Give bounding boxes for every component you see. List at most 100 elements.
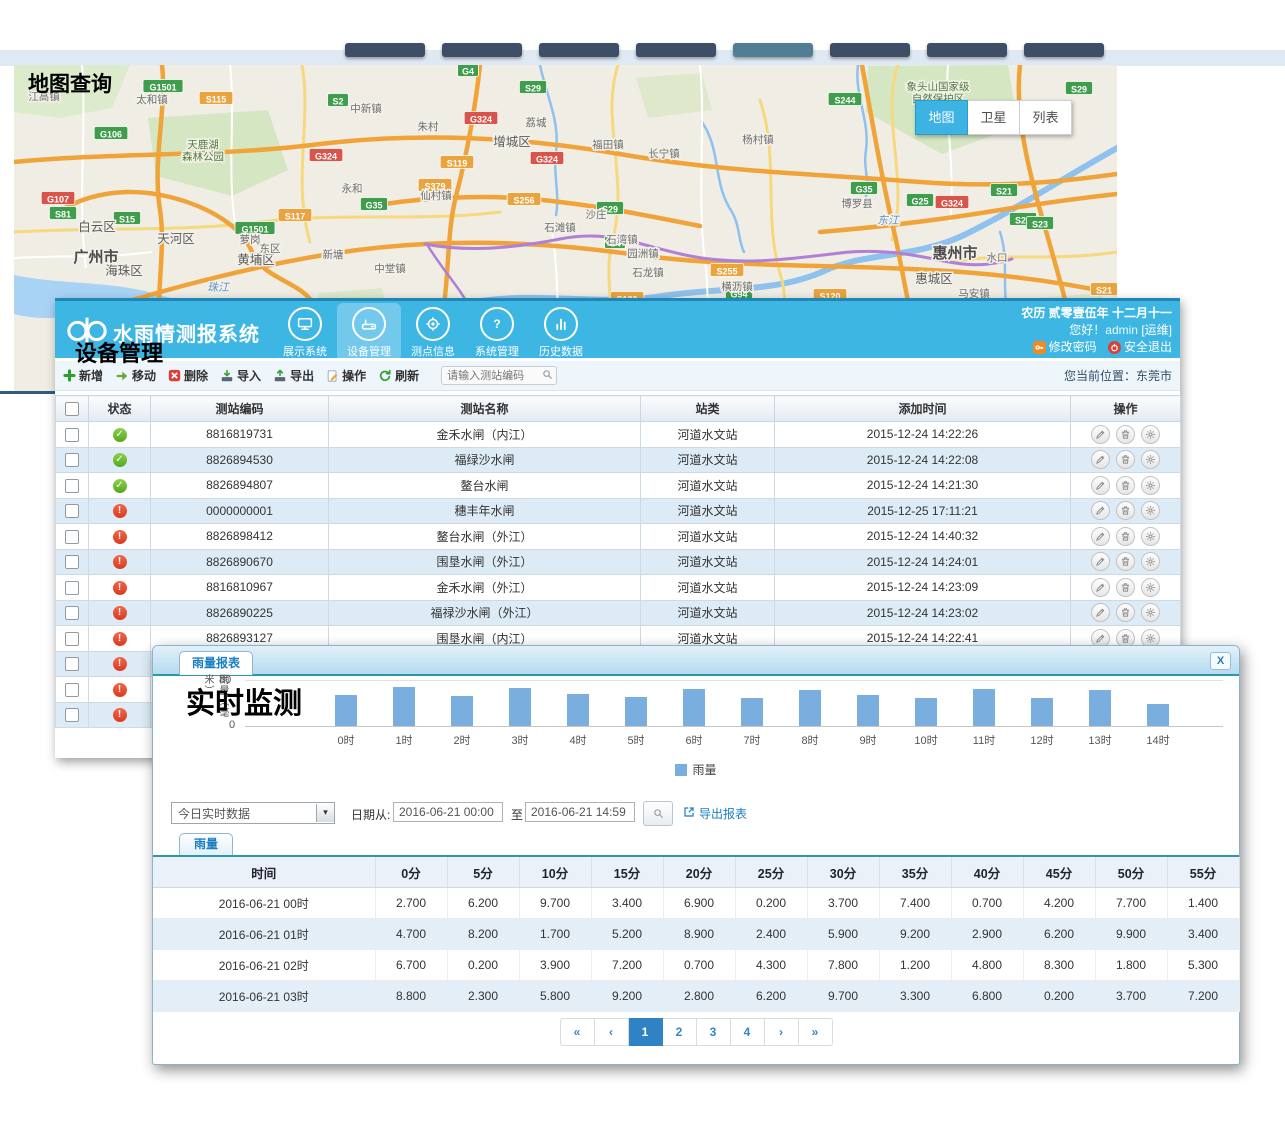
pagination-page-3[interactable]: 3 xyxy=(697,1018,731,1046)
trash-icon[interactable] xyxy=(1116,527,1135,546)
top-tab-4[interactable] xyxy=(636,43,716,57)
search-icon[interactable] xyxy=(542,369,553,383)
add-icon xyxy=(63,369,76,382)
row-checkbox[interactable] xyxy=(65,581,79,595)
tab-rain-report[interactable]: 雨量报表 xyxy=(179,651,253,675)
pagination-page-4[interactable]: 4 xyxy=(731,1018,765,1046)
column-header: 状态 xyxy=(89,396,151,422)
data-mode-select[interactable]: 今日实时数据 ▾ xyxy=(171,802,335,824)
value-cell: 1.400 xyxy=(1167,888,1239,919)
edit-icon[interactable] xyxy=(1091,578,1110,597)
row-checkbox[interactable] xyxy=(65,683,79,697)
date-from-input[interactable] xyxy=(393,802,503,822)
map-type-button-2[interactable]: 卫星 xyxy=(968,100,1020,135)
edit-icon[interactable] xyxy=(1091,501,1110,520)
row-checkbox[interactable] xyxy=(65,555,79,569)
search-button[interactable] xyxy=(643,801,673,826)
bar xyxy=(799,690,821,726)
pagination-last[interactable]: » xyxy=(799,1018,833,1046)
edit-icon[interactable] xyxy=(1091,425,1110,444)
export-icon xyxy=(683,806,695,821)
row-checkbox[interactable] xyxy=(65,453,79,467)
pagination-prev[interactable]: ‹ xyxy=(595,1018,629,1046)
select-all-checkbox[interactable] xyxy=(65,402,79,416)
map-label-park: 天鹿湖森林公园 xyxy=(182,138,224,163)
pagination-next[interactable]: › xyxy=(765,1018,799,1046)
column-header: 55分 xyxy=(1167,857,1239,888)
map-label-town: 中堂镇 xyxy=(374,262,406,275)
trash-icon[interactable] xyxy=(1116,450,1135,469)
greeting: 您好！admin [运维] xyxy=(1021,322,1172,339)
row-checkbox[interactable] xyxy=(65,606,79,620)
map-type-button-3[interactable]: 列表 xyxy=(1020,100,1072,135)
pagination-page-1[interactable]: 1 xyxy=(629,1018,663,1046)
toolbar-import-button[interactable]: 导入 xyxy=(220,367,261,384)
row-checkbox[interactable] xyxy=(65,530,79,544)
bar xyxy=(393,687,415,726)
logout-link[interactable]: 安全退出 xyxy=(1108,339,1172,356)
trash-icon[interactable] xyxy=(1116,425,1135,444)
table-cell: 鳌台水闸 xyxy=(329,473,641,499)
gear-icon[interactable] xyxy=(1141,527,1160,546)
bar xyxy=(509,688,531,726)
station-search-input[interactable] xyxy=(441,366,557,385)
top-tab-3[interactable] xyxy=(539,43,619,57)
toolbar-export-button[interactable]: 导出 xyxy=(273,367,314,384)
x-tick-label: 6时 xyxy=(685,732,702,748)
toolbar-delete-button[interactable]: 删除 xyxy=(168,367,208,384)
top-tab-5[interactable] xyxy=(733,43,813,57)
gear-icon[interactable] xyxy=(1141,450,1160,469)
close-icon[interactable]: X xyxy=(1210,652,1231,670)
pagination-page-2[interactable]: 2 xyxy=(663,1018,697,1046)
trash-icon[interactable] xyxy=(1116,476,1135,495)
toolbar-refresh-button[interactable]: 刷新 xyxy=(378,367,419,384)
top-tab-6[interactable] xyxy=(830,43,910,57)
gear-icon[interactable] xyxy=(1141,578,1160,597)
nav-item-question[interactable]: ?系统管理 xyxy=(465,303,529,361)
export-report-link[interactable]: 导出报表 xyxy=(683,805,747,822)
nav-item-device[interactable]: 设备管理 xyxy=(337,303,401,361)
change-password-link[interactable]: 修改密码 xyxy=(1033,339,1097,356)
edit-icon[interactable] xyxy=(1091,450,1110,469)
toolbar-operate-button[interactable]: 操作 xyxy=(326,367,366,384)
top-tab-2[interactable] xyxy=(442,43,522,57)
top-tab-7[interactable] xyxy=(927,43,1007,57)
top-tab-1[interactable] xyxy=(345,43,425,57)
map-label-town: 东区 xyxy=(260,242,281,255)
gear-icon[interactable] xyxy=(1141,476,1160,495)
date-to-input[interactable] xyxy=(525,802,635,822)
trash-icon[interactable] xyxy=(1116,501,1135,520)
trash-icon[interactable] xyxy=(1116,552,1135,571)
row-checkbox[interactable] xyxy=(65,504,79,518)
edit-icon[interactable] xyxy=(1091,476,1110,495)
map-label-district: 天河区 xyxy=(157,232,195,246)
row-checkbox[interactable] xyxy=(65,657,79,671)
top-tab-8[interactable] xyxy=(1024,43,1104,57)
trash-icon[interactable] xyxy=(1116,603,1135,622)
gear-icon[interactable] xyxy=(1141,603,1160,622)
column-header: 5分 xyxy=(447,857,519,888)
trash-icon[interactable] xyxy=(1116,578,1135,597)
nav-item-monitor[interactable]: 展示系统 xyxy=(273,303,337,361)
row-checkbox[interactable] xyxy=(65,632,79,646)
toolbar-move-button[interactable]: 移动 xyxy=(115,367,156,384)
tab-rain[interactable]: 雨量 xyxy=(179,833,233,855)
nav-item-history[interactable]: 历史数据 xyxy=(529,303,593,361)
gear-icon[interactable] xyxy=(1141,552,1160,571)
pagination-first[interactable]: « xyxy=(560,1018,595,1046)
gear-icon[interactable] xyxy=(1141,425,1160,444)
column-header: 10分 xyxy=(519,857,591,888)
edit-icon[interactable] xyxy=(1091,527,1110,546)
row-checkbox[interactable] xyxy=(65,708,79,722)
realtime-monitor-window: 雨量报表 X 雨量（毫米） 80 0 0时1时2时3时4时5时6时7时8时9时1… xyxy=(152,645,1240,1065)
edit-icon[interactable] xyxy=(1091,603,1110,622)
row-checkbox[interactable] xyxy=(65,479,79,493)
road-shield: S15 xyxy=(113,212,140,225)
nav-item-target[interactable]: 测点信息 xyxy=(401,303,465,361)
map-type-button-1[interactable]: 地图 xyxy=(915,100,968,135)
edit-icon[interactable] xyxy=(1091,552,1110,571)
toolbar-add-button[interactable]: 新增 xyxy=(63,367,103,384)
legend-label: 雨量 xyxy=(692,761,716,778)
row-checkbox[interactable] xyxy=(65,428,79,442)
gear-icon[interactable] xyxy=(1141,501,1160,520)
